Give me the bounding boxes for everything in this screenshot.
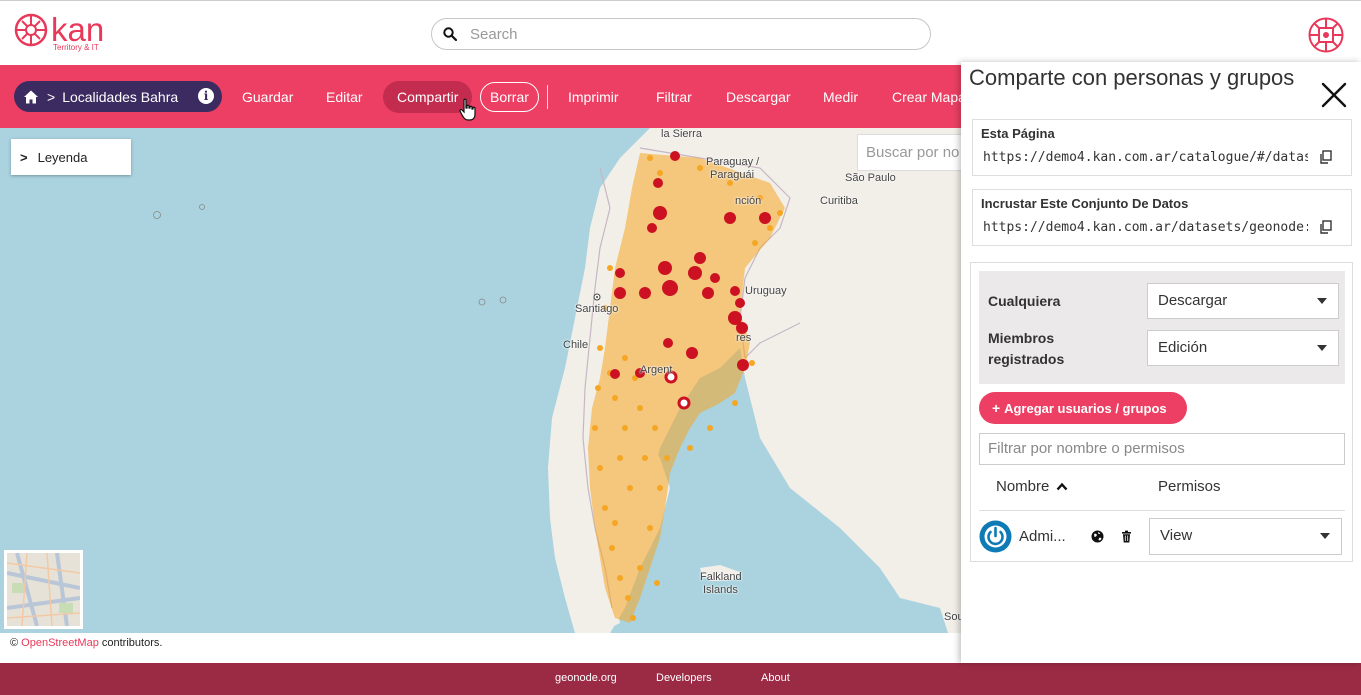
filter-permissions-input[interactable]: Filtrar por nombre o permisos bbox=[979, 433, 1345, 465]
permissions-box: Cualquiera Descargar Miembros registrado… bbox=[970, 262, 1353, 562]
map-viewport[interactable]: la Sierra Paraguay / Paraguái nción São … bbox=[0, 128, 961, 633]
column-name-label: Nombre bbox=[996, 478, 1050, 495]
anyone-permission-select[interactable]: Descargar bbox=[1147, 283, 1339, 319]
anyone-permission-value: Descargar bbox=[1158, 292, 1228, 309]
breadcrumb-title: Localidades Bahra bbox=[62, 88, 179, 105]
map-label-argentina: Argent bbox=[640, 364, 673, 376]
home-icon[interactable] bbox=[23, 89, 39, 105]
share-panel-title: Comparte con personas y grupos bbox=[969, 65, 1295, 90]
footer-link-geonode[interactable]: geonode.org bbox=[555, 672, 617, 684]
logo-wordmark: kan bbox=[51, 11, 105, 48]
top-header: kan Territory & IT bbox=[0, 0, 1361, 65]
registered-label-line2: registrados bbox=[988, 351, 1065, 367]
chevron-down-icon bbox=[1320, 533, 1330, 539]
registered-permission-select[interactable]: Edición bbox=[1147, 330, 1339, 366]
trash-icon[interactable] bbox=[1120, 530, 1133, 543]
map-label-santiago: Santiago bbox=[575, 303, 619, 315]
legend-label: Leyenda bbox=[37, 149, 88, 165]
embed-link-label: Incrustar Este Conjunto De Datos bbox=[981, 196, 1189, 211]
map-label-falkland: Falkland bbox=[700, 571, 742, 583]
page-link-url[interactable]: https://demo4.kan.com.ar/catalogue/#/dat… bbox=[983, 150, 1308, 165]
page-link-label: Esta Página bbox=[981, 126, 1055, 141]
map-label-islands: Islands bbox=[703, 584, 738, 596]
create-map-button[interactable]: Crear Mapa bbox=[892, 81, 961, 113]
kan-logo[interactable]: kan Territory & IT bbox=[14, 13, 104, 55]
breadcrumb[interactable]: > Localidades Bahra i bbox=[14, 81, 222, 112]
map-label-buenos-aires: res bbox=[736, 332, 752, 344]
registered-permission-value: Edición bbox=[1158, 339, 1208, 356]
filter-button[interactable]: Filtrar bbox=[656, 81, 692, 113]
map-label-la-sierra: la Sierra bbox=[661, 128, 702, 140]
save-button[interactable]: Guardar bbox=[242, 81, 293, 113]
map-toolbar: > Localidades Bahra i Guardar Editar Com… bbox=[0, 65, 961, 128]
map-label-uruguay: Uruguay bbox=[745, 285, 787, 297]
embed-link-box: Incrustar Este Conjunto De Datos https:/… bbox=[972, 189, 1352, 246]
download-button[interactable]: Descargar bbox=[726, 81, 791, 113]
chevron-down-icon bbox=[1317, 298, 1327, 304]
add-users-groups-button[interactable]: + Agregar usuarios / grupos bbox=[979, 392, 1187, 424]
add-users-groups-label: Agregar usuarios / grupos bbox=[1004, 401, 1167, 416]
footer: geonode.org Developers About bbox=[0, 663, 1361, 695]
search-input[interactable] bbox=[470, 25, 910, 43]
column-name-header[interactable]: Nombre bbox=[996, 478, 1068, 495]
map-label-paraguay: Paraguay / bbox=[706, 156, 760, 168]
admin-avatar bbox=[979, 520, 1012, 553]
footer-link-developers[interactable]: Developers bbox=[656, 672, 712, 684]
user-avatar[interactable] bbox=[1308, 17, 1344, 53]
attribution-suffix: contributors. bbox=[98, 637, 163, 649]
copy-icon[interactable] bbox=[1319, 220, 1333, 234]
map-label-asuncion: nción bbox=[735, 195, 762, 207]
share-panel: Comparte con personas y grupos Esta Pági… bbox=[961, 62, 1361, 663]
chevron-right-icon: > bbox=[20, 149, 28, 165]
legend-toggle[interactable]: > Leyenda bbox=[11, 139, 131, 175]
plus-icon: + bbox=[992, 400, 1005, 416]
basemap-thumbnail[interactable] bbox=[4, 550, 83, 629]
chevron-down-icon bbox=[1317, 345, 1327, 351]
logo-tagline: Territory & IT bbox=[53, 43, 99, 52]
basemap-preview-icon bbox=[7, 553, 80, 626]
delete-button[interactable]: Borrar bbox=[480, 82, 539, 112]
map-label-curitiba: Curitiba bbox=[820, 195, 858, 207]
map-label-paraguai: Paraguái bbox=[710, 169, 755, 181]
close-icon[interactable] bbox=[1319, 80, 1349, 110]
user-permission-value: View bbox=[1160, 527, 1193, 544]
general-permissions: Cualquiera Descargar Miembros registrado… bbox=[979, 271, 1345, 384]
chevron-right-icon: > bbox=[47, 88, 56, 105]
map-label-sao-paulo: São Paulo bbox=[845, 172, 896, 184]
map-attribution: © OpenStreetMap contributors. bbox=[0, 633, 961, 663]
page-link-box: Esta Página https://demo4.kan.com.ar/cat… bbox=[972, 119, 1352, 176]
copy-icon[interactable] bbox=[1319, 150, 1333, 164]
kan-logo-icon bbox=[14, 13, 48, 47]
footer-link-about[interactable]: About bbox=[761, 672, 790, 684]
print-button[interactable]: Imprimir bbox=[568, 81, 619, 113]
globe-icon[interactable] bbox=[1091, 530, 1104, 543]
sort-ascending-icon bbox=[1056, 482, 1067, 491]
embed-link-url[interactable]: https://demo4.kan.com.ar/datasets/geonod… bbox=[983, 220, 1308, 235]
user-name: Admi... bbox=[1019, 528, 1066, 545]
attribution-prefix: © bbox=[10, 637, 22, 649]
user-permission-select[interactable]: View bbox=[1149, 518, 1342, 555]
measure-button[interactable]: Medir bbox=[823, 81, 858, 113]
search-bar[interactable] bbox=[431, 18, 931, 50]
registered-label-line1: Miembros bbox=[988, 330, 1055, 346]
map-label-chile: Chile bbox=[563, 339, 589, 351]
map-search-input[interactable]: Buscar por no bbox=[857, 134, 961, 171]
edit-button[interactable]: Editar bbox=[326, 81, 363, 113]
toolbar-divider bbox=[547, 85, 548, 109]
info-icon[interactable]: i bbox=[198, 88, 214, 104]
search-icon bbox=[443, 27, 457, 41]
anyone-label: Cualquiera bbox=[988, 293, 1061, 309]
map-label-south: Sou bbox=[944, 611, 961, 623]
openstreetmap-link[interactable]: OpenStreetMap bbox=[21, 637, 99, 649]
column-permissions-header: Permisos bbox=[1158, 478, 1221, 495]
table-divider bbox=[979, 510, 1345, 511]
pointer-cursor-icon bbox=[459, 98, 476, 121]
map-canvas[interactable] bbox=[0, 128, 961, 633]
